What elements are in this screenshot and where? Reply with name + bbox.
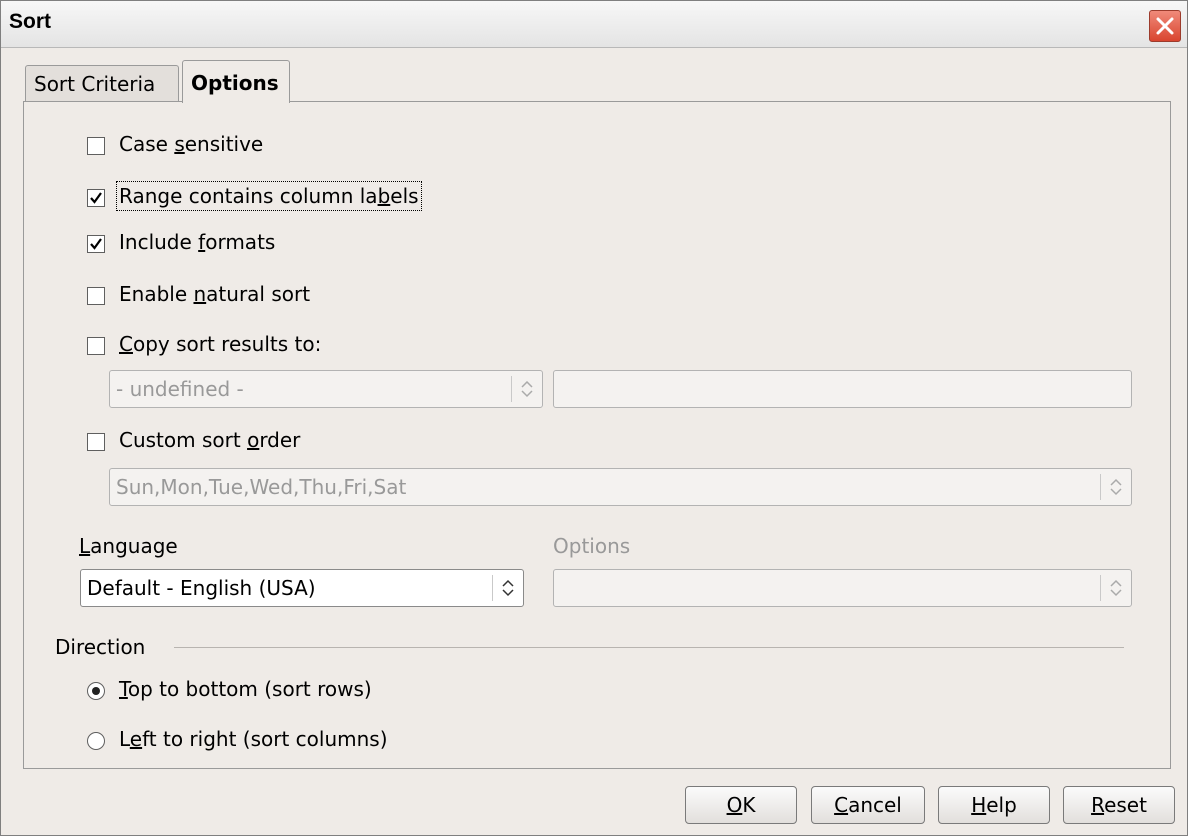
custom-order-combo[interactable]: Sun,Mon,Tue,Wed,Thu,Fri,Sat <box>109 468 1132 506</box>
include-formats-label[interactable]: Include formats <box>119 230 275 254</box>
language-combo[interactable]: Default - English (USA) <box>80 569 524 607</box>
checkmark-icon <box>90 192 102 204</box>
natural-sort-checkbox[interactable] <box>87 287 105 305</box>
custom-order-checkbox[interactable] <box>87 433 105 451</box>
copy-results-label[interactable]: Copy sort results to: <box>119 332 321 356</box>
checkmark-icon <box>90 238 102 250</box>
left-to-right-label[interactable]: Left to right (sort columns) <box>119 727 388 751</box>
copy-results-checkbox[interactable] <box>87 337 105 355</box>
custom-order-value: Sun,Mon,Tue,Wed,Thu,Fri,Sat <box>116 475 407 499</box>
custom-order-label[interactable]: Custom sort order <box>119 428 300 452</box>
language-options-combo[interactable] <box>553 569 1132 607</box>
copy-target-combo[interactable]: - undefined - <box>109 370 543 408</box>
case-sensitive-checkbox[interactable] <box>87 137 105 155</box>
tab-sort-criteria-label: Sort Criteria <box>34 72 156 96</box>
sort-dialog: Sort Sort Criteria Options Case sensitiv… <box>0 0 1188 836</box>
spin-arrows-icon <box>502 579 514 597</box>
natural-sort-label[interactable]: Enable natural sort <box>119 282 310 306</box>
options-panel: Case sensitive Range contains column lab… <box>23 101 1171 769</box>
tab-options[interactable]: Options <box>182 60 290 103</box>
radio-dot-icon <box>92 687 100 695</box>
top-to-bottom-radio[interactable] <box>87 682 105 700</box>
spin-arrows-icon <box>521 380 533 398</box>
cancel-button[interactable]: Cancel <box>811 786 925 824</box>
reset-button[interactable]: Reset <box>1063 786 1175 824</box>
tab-sort-criteria[interactable]: Sort Criteria <box>25 65 179 101</box>
language-label: Language <box>79 534 178 558</box>
language-value: Default - English (USA) <box>87 576 316 600</box>
help-button[interactable]: Help <box>938 786 1050 824</box>
ok-button[interactable]: OK <box>685 786 797 824</box>
spin-arrows-icon <box>1110 478 1122 496</box>
tab-options-label: Options <box>191 71 279 95</box>
direction-separator <box>174 647 1124 648</box>
column-labels-label[interactable]: Range contains column labels <box>116 181 422 211</box>
copy-target-value: - undefined - <box>116 377 244 401</box>
copy-target-field[interactable] <box>553 370 1132 408</box>
title-bar[interactable]: Sort <box>1 1 1187 48</box>
include-formats-checkbox[interactable] <box>87 235 105 253</box>
spin-arrows-icon <box>1110 579 1122 597</box>
close-icon <box>1156 17 1174 35</box>
top-to-bottom-label[interactable]: Top to bottom (sort rows) <box>119 677 372 701</box>
window-title: Sort <box>9 10 51 33</box>
language-options-label: Options <box>553 534 631 558</box>
case-sensitive-label[interactable]: Case sensitive <box>119 132 263 156</box>
close-button[interactable] <box>1149 10 1181 42</box>
left-to-right-radio[interactable] <box>87 732 105 750</box>
column-labels-checkbox[interactable] <box>87 189 105 207</box>
direction-legend: Direction <box>55 635 146 659</box>
